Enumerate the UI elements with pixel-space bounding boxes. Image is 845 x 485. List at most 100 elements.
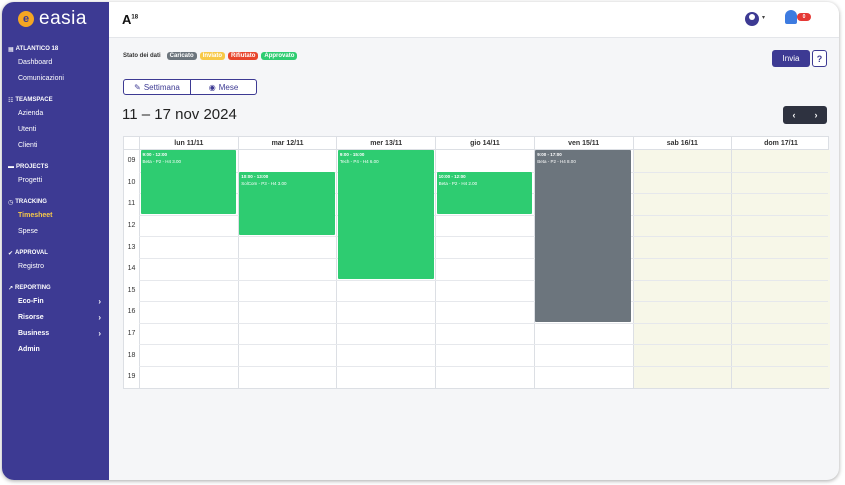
calendar-event[interactable]: 9:00 - 12:00 Beta - P2 - H4 3.00 [140,150,237,214]
section-icon: ☷ [8,97,14,104]
date-range-title: 11 – 17 nov 2024 [122,106,237,123]
day-column[interactable] [731,150,830,388]
section-icon: ◷ [8,199,14,206]
view-toggle: ✎ Settimana ◉ Mese [123,79,257,95]
week-view-button[interactable]: ✎ Settimana [124,80,190,94]
prev-week-button[interactable]: ‹ [783,106,805,124]
sidebar-item-label: Eco-Fin [18,297,44,305]
hour-label: 10 [127,178,136,186]
logo-icon: e [18,11,34,27]
event-time: 9:00 - 12:00 [142,152,168,157]
calendar-event[interactable]: 10:00 - 13:00 SolCom - P3 - H4 3.00 [239,171,335,236]
sidebar-item-business[interactable]: Business › [2,325,109,341]
calendar-event[interactable]: 9:00 - 15:00 Tech - P4 - H4 6.00 [337,150,434,279]
app-logo[interactable]: e easia [2,2,109,36]
sidebar-item-spese[interactable]: Spese [2,223,109,239]
caret-down-icon[interactable]: ▾ [762,14,765,21]
event-description: Tech - P4 - H4 6.00 [339,159,379,164]
nav-section-teamspace: ☷ TEAMSPACE [2,95,109,105]
sidebar-item-comunicazioni[interactable]: Comunicazioni [2,70,109,86]
brand-letter: A [122,12,132,27]
sidebar-nav: ▦ ATLANTICO 18 Dashboard Comunicazioni ☷ TEAM… [2,44,109,357]
sidebar-item-utenti[interactable]: Utenti [2,121,109,137]
hour-label: 16 [127,308,136,316]
sidebar-item-label: Comunicazioni [18,74,64,82]
chevron-right-icon: › [98,312,101,322]
day-header: ven 15/11 [533,137,633,150]
hour-label: 14 [127,265,136,273]
bell-icon[interactable] [785,10,797,24]
brand-mark[interactable]: A18 [122,12,138,27]
section-title: APPROVAL [15,250,48,256]
event-time: 10:00 - 12:00 [438,173,466,179]
sidebar-item-label: Utenti [18,125,37,133]
sidebar-item-azienda[interactable]: Azienda [2,105,109,121]
sidebar-item-eco-fin[interactable]: Eco-Fin › [2,293,109,309]
section-icon: ▦ [8,46,14,53]
sidebar: e easia ▦ ATLANTICO 18 Dashboard Comunicazi… [2,2,109,480]
nav-section-reporting: ↗ REPORTING [2,283,109,293]
status-badge: Approvato [261,52,298,60]
event-description: SolCom - P3 - H4 3.00 [241,180,287,186]
sidebar-item-label: Risorse [18,313,44,321]
hour-label: 11 [127,200,136,208]
section-title: TRACKING [15,199,47,205]
sidebar-item-clienti[interactable]: Clienti [2,137,109,153]
edit-icon: ✎ [134,82,141,92]
sidebar-item-registro[interactable]: Registro [2,258,109,274]
day-header: lun 11/11 [139,137,238,150]
hour-gridline [139,322,828,324]
status-badge: Rifiutato [228,52,259,60]
hour-label: 15 [127,286,136,294]
section-title: ATLANTICO 18 [15,46,59,52]
legend-pills: Caricato Inviato Rifiutato Approvato [166,52,298,60]
section-title: REPORTING [15,285,51,291]
nav-section-tracking: ◷ TRACKING [2,197,109,207]
hour-gridline [139,301,828,303]
hour-gridline [139,366,828,367]
day-header: sab 16/11 [632,137,732,150]
nav-section-projects: ▬ PROJECTS [2,162,109,172]
calendar-event[interactable]: 9:00 - 17:00 Beta - P2 - H4 8.00 [535,150,631,322]
month-view-button[interactable]: ◉ Mese [190,80,256,94]
event-time: 10:00 - 13:00 [241,173,269,179]
sidebar-item-label: Timesheet [18,211,53,219]
sidebar-item-dashboard[interactable]: Dashboard [2,54,109,70]
event-description: Beta - P2 - H4 3.00 [142,159,182,164]
sidebar-item-progetti[interactable]: Progetti [2,172,109,188]
day-header: mar 12/11 [237,137,337,150]
submit-button[interactable]: Invia [772,50,810,67]
hour-label: 19 [127,373,136,381]
sidebar-item-risorse[interactable]: Risorse › [2,309,109,325]
chevron-right-icon: › [98,328,101,338]
month-view-label: Mese [218,82,239,92]
hour-label: 17 [127,330,136,338]
sidebar-item-timesheet[interactable]: Timesheet [2,207,109,223]
section-title: PROJECTS [16,164,49,170]
hour-label: 12 [127,222,136,230]
day-column[interactable] [632,150,732,388]
legend-label: Stato dei dati [123,53,161,59]
event-time: 9:00 - 15:00 [339,152,365,157]
hour-gridline [139,279,828,281]
help-button[interactable]: ? [812,50,827,67]
status-badge: Caricato [166,52,197,60]
hour-label: 09 [127,157,136,165]
hour-gridline [139,258,828,259]
sidebar-item-label: Business [18,329,50,337]
main-content: Stato dei dati Caricato Inviato Rifiutato A… [109,38,839,480]
status-badge: Inviato [199,52,226,60]
sidebar-item-label: Azienda [18,109,44,117]
next-week-button[interactable]: › [805,106,827,124]
chevron-right-icon: › [98,296,101,306]
week-view-label: Settimana [143,82,180,92]
status-legend: Stato dei dati Caricato Inviato Rifiutato A… [123,52,298,60]
sidebar-item-label: Admin [18,345,40,353]
sidebar-item-admin[interactable]: Admin [2,341,109,357]
event-description: Beta - P2 - H4 8.00 [537,159,576,164]
user-avatar-icon[interactable] [745,12,759,26]
day-header: mer 13/11 [336,137,435,150]
calendar-event[interactable]: 10:00 - 12:00 Beta - P2 - H4 2.00 [436,171,533,214]
week-calendar: lun 11/11 mar 12/11 mer 13/11 gio 14/11 ven … [123,136,830,389]
sidebar-item-label: Progetti [18,176,43,184]
